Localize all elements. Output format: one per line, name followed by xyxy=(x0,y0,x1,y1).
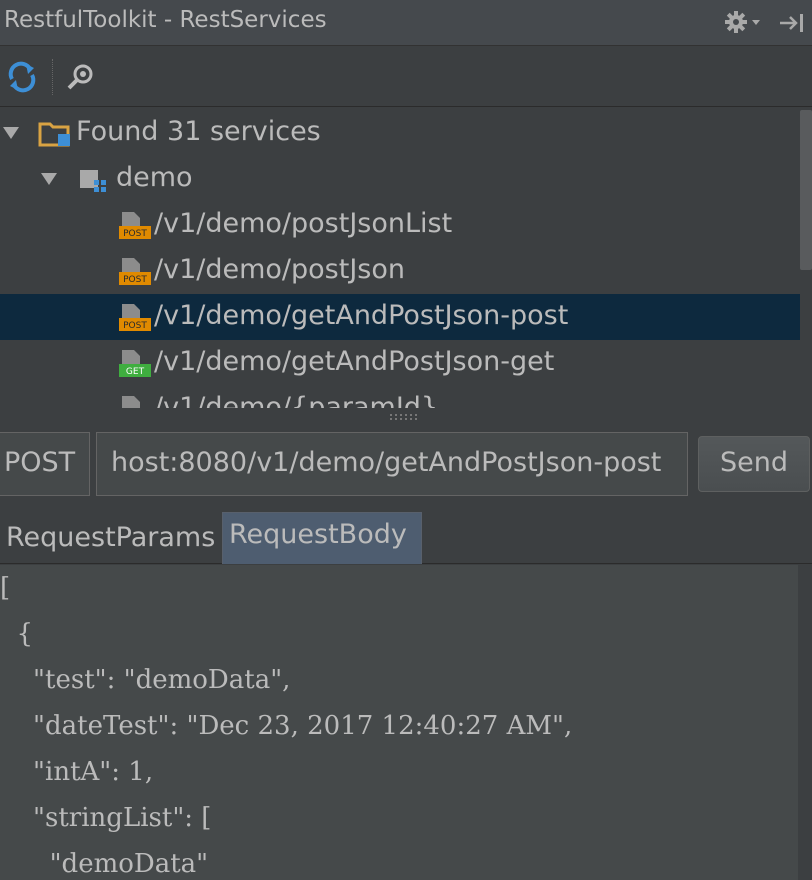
hide-panel-icon[interactable] xyxy=(776,10,808,36)
services-tree: Found 31 services demo POST /v1/demo/pos… xyxy=(0,108,812,408)
code-line: "intA": 1, xyxy=(0,757,154,787)
http-method-field[interactable]: POST xyxy=(0,432,90,496)
folder-icon xyxy=(38,122,70,147)
code-line: { xyxy=(0,619,34,649)
get-method-icon: GET xyxy=(119,350,151,377)
svg-text:GET: GET xyxy=(126,367,145,377)
tab-request-body[interactable]: RequestBody xyxy=(222,512,422,564)
post-method-icon: POST xyxy=(119,258,151,285)
module-icon xyxy=(80,170,106,192)
expand-arrow-icon[interactable] xyxy=(40,170,58,188)
code-line: [ xyxy=(0,573,11,603)
svg-text:POST: POST xyxy=(123,275,147,285)
toolbar-separator xyxy=(52,59,53,95)
expand-arrow-icon[interactable] xyxy=(2,124,20,142)
code-line: "demoData" xyxy=(0,849,209,879)
toolbar xyxy=(0,47,812,107)
tree-scrollbar[interactable] xyxy=(800,110,812,270)
refresh-icon[interactable] xyxy=(4,59,40,95)
splitter-grip-icon[interactable] xyxy=(388,412,422,422)
tool-window-titlebar: RestfulToolkit - RestServices xyxy=(0,0,812,46)
service-label: /v1/demo/postJsonList xyxy=(154,208,453,239)
post-method-icon: POST xyxy=(119,212,151,239)
request-tabs: RequestParams RequestBody xyxy=(0,512,812,564)
gear-icon[interactable] xyxy=(722,8,762,36)
url-input[interactable]: host:8080/v1/demo/getAndPostJson-post xyxy=(96,432,688,496)
request-bar: POST host:8080/v1/demo/getAndPostJson-po… xyxy=(0,426,812,510)
tree-root-label: Found 31 services xyxy=(76,116,321,147)
code-line: "test": "demoData", xyxy=(0,665,291,695)
svg-text:POST: POST xyxy=(123,229,147,239)
service-item[interactable]: GET /v1/demo/getAndPostJson-get xyxy=(0,340,800,386)
send-button[interactable]: Send xyxy=(698,436,810,492)
post-method-icon: POST xyxy=(119,304,151,331)
tree-module-label: demo xyxy=(116,162,193,193)
service-label: /v1/demo/getAndPostJson-post xyxy=(154,300,569,331)
svg-text:POST: POST xyxy=(123,321,147,331)
code-line: "stringList": [ xyxy=(0,803,212,833)
editor-scrollbar[interactable] xyxy=(798,565,812,880)
service-item[interactable]: POST /v1/demo/postJsonList xyxy=(0,202,800,248)
service-label: /v1/demo/{paramId} xyxy=(154,392,439,408)
search-icon[interactable] xyxy=(64,59,100,95)
request-body-editor[interactable]: [ { "test": "demoData", "dateTest": "Dec… xyxy=(0,565,798,880)
get-method-icon: GET xyxy=(122,396,140,408)
service-label: /v1/demo/getAndPostJson-get xyxy=(154,346,555,377)
service-item[interactable]: POST /v1/demo/postJson xyxy=(0,248,800,294)
tree-module-node[interactable]: demo xyxy=(0,156,800,202)
window-title: RestfulToolkit - RestServices xyxy=(4,7,327,33)
tree-root-node[interactable]: Found 31 services xyxy=(0,110,800,156)
tab-request-params[interactable]: RequestParams xyxy=(0,512,220,564)
code-line: "dateTest": "Dec 23, 2017 12:40:27 AM", xyxy=(0,711,573,741)
service-item[interactable]: GET /v1/demo/{paramId} xyxy=(0,386,800,408)
service-item-selected[interactable]: POST /v1/demo/getAndPostJson-post xyxy=(0,294,800,340)
service-label: /v1/demo/postJson xyxy=(154,254,405,285)
